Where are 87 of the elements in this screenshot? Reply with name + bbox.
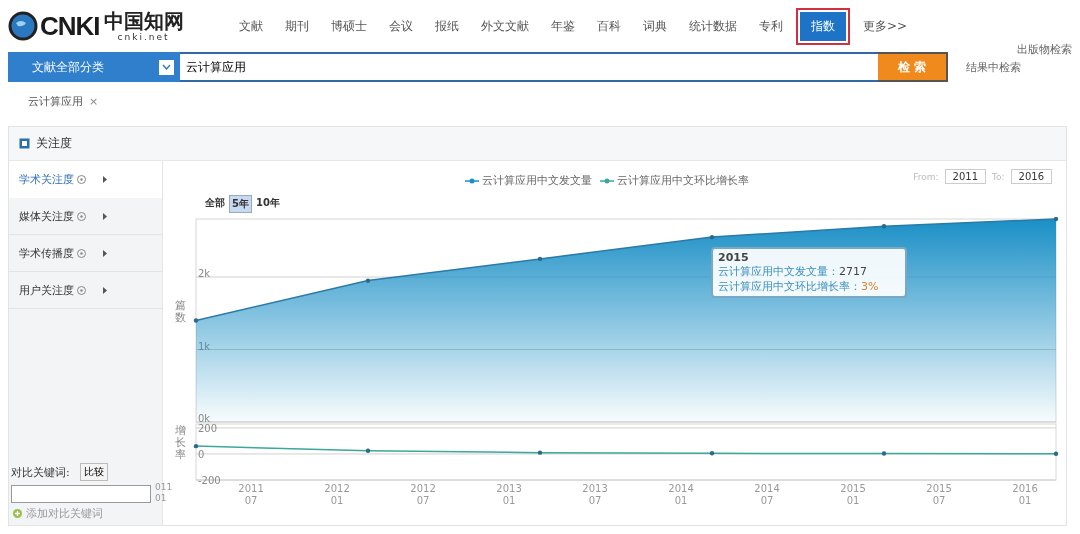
data-point: [709, 451, 715, 456]
arrow-icon: [103, 212, 107, 220]
axis-tick-label: 2015 07: [926, 483, 952, 506]
axis-tick-label: 2016 01: [1012, 483, 1038, 506]
arrow-icon: [103, 286, 107, 294]
data-point: [193, 318, 199, 323]
help-icon: [77, 285, 86, 295]
tooltip-label: 云计算应用中文环比增长率：: [718, 280, 861, 293]
axis-tick-label: 2014 07: [754, 483, 780, 506]
data-point: [881, 451, 887, 456]
logo-text: CNKI: [40, 10, 100, 42]
nav-tab[interactable]: 文献: [228, 11, 274, 41]
keyword-input[interactable]: [11, 485, 151, 503]
axis-tick-label: 2014 01: [668, 483, 694, 506]
to-label: To:: [992, 171, 1005, 182]
help-icon: [77, 211, 86, 221]
axis-tick-label: 2012 07: [410, 483, 436, 506]
data-point: [709, 234, 715, 240]
caret-icon: [159, 59, 174, 75]
nav-tab[interactable]: 会议: [378, 11, 424, 41]
axis-tick-label: 2015 01: [840, 483, 866, 506]
tooltip-label: 云计算应用中文发文量：: [718, 265, 839, 278]
legend-marker-icon: [465, 177, 479, 184]
axis-label: 篇数: [174, 298, 186, 324]
search-field[interactable]: 云计算应用: [180, 52, 878, 82]
search-within-results-link[interactable]: 结果中检索: [966, 59, 1021, 75]
sidebar-item[interactable]: 媒体关注度: [9, 198, 162, 235]
data-point: [1053, 217, 1059, 222]
compare-button[interactable]: 比较: [79, 463, 108, 481]
logo-domain: cnki.net: [117, 32, 170, 42]
data-point: [881, 224, 887, 229]
legend-marker-icon: [600, 177, 614, 184]
axis-tick-label: 0k: [198, 413, 211, 424]
axis-tick-label: 2013 01: [496, 483, 522, 506]
nav-tab[interactable]: 统计数据: [678, 11, 748, 41]
data-point: [365, 278, 371, 283]
axis-tick-label: 200: [198, 422, 218, 434]
globe-icon: [8, 11, 38, 41]
help-icon: [77, 174, 86, 184]
axis-tick-label: 2013 07: [582, 483, 608, 506]
nav-tab[interactable]: 期刊: [274, 11, 320, 41]
from-label: From:: [913, 171, 939, 182]
axis-tick-label: 1k: [198, 340, 211, 352]
axis-tick-label: 2011 07: [238, 483, 264, 506]
legend-item[interactable]: 云计算应用中文发文量: [465, 173, 592, 188]
publication-search-link[interactable]: 出版物检索: [1017, 42, 1072, 57]
arrow-icon: [103, 249, 107, 257]
tooltip-title: 2015: [718, 251, 750, 264]
nav-tab[interactable]: 外文文献: [470, 11, 540, 41]
legend-item[interactable]: 云计算应用中文环比增长率: [600, 173, 749, 188]
keyword-label: 云计算应用: [28, 94, 83, 109]
nav-tab[interactable]: 专利: [748, 11, 794, 41]
nav-tab[interactable]: 报纸: [424, 11, 470, 41]
logo-name: 中国知网: [103, 10, 184, 32]
panel-icon: [19, 138, 30, 149]
range-tab[interactable]: 10年: [253, 195, 282, 213]
data-point: [537, 256, 543, 262]
nav-tab[interactable]: 更多>>: [852, 11, 919, 41]
plus-icon: [13, 509, 22, 518]
data-point: [1053, 451, 1059, 456]
arrow-icon: [103, 175, 107, 183]
remove-keyword-button[interactable]: ×: [89, 95, 99, 108]
sidebar-item[interactable]: 学术关注度: [9, 161, 162, 198]
axis-tick-label: 2012 01: [324, 483, 350, 506]
sidebar-item[interactable]: 用户关注度: [9, 272, 162, 309]
nav-tab[interactable]: 博硕士: [320, 11, 378, 41]
from-year-field[interactable]: 2011: [944, 169, 987, 184]
sidebar-item[interactable]: 学术传播度: [9, 235, 162, 272]
data-point: [537, 450, 543, 455]
nav-tab[interactable]: 词典: [632, 11, 678, 41]
data-point: [365, 448, 371, 453]
data-point: [193, 443, 199, 449]
panel-title: 关注度: [36, 135, 72, 152]
to-year-field[interactable]: 2016: [1010, 169, 1052, 184]
range-tab[interactable]: 全部: [203, 195, 227, 213]
nav-tab[interactable]: 百科: [586, 11, 632, 41]
axis-tick-label: -200: [198, 475, 221, 486]
tooltip-value: 2717: [839, 265, 867, 278]
axis-tick-label: 2k: [198, 268, 211, 279]
axis-label: 增长率: [174, 424, 186, 461]
compare-label: 对比关键词:: [11, 464, 70, 480]
tooltip-value: 3%: [861, 280, 879, 293]
category-dropdown[interactable]: 文献全部分类: [8, 52, 180, 82]
help-icon: [77, 248, 86, 258]
range-tab[interactable]: 5年: [229, 195, 252, 213]
nav-tab[interactable]: 年鉴: [540, 11, 586, 41]
axis-tick-label: 0: [198, 448, 205, 460]
